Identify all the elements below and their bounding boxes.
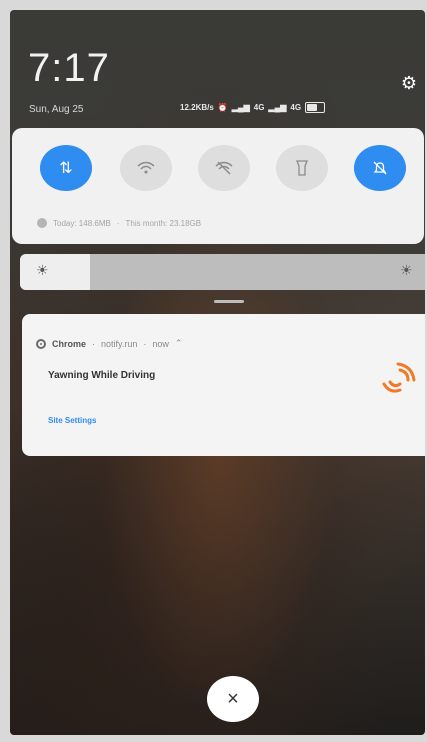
notification-time: now bbox=[152, 338, 169, 349]
date-label: Sun, Aug 25 bbox=[29, 104, 84, 115]
site-settings-link[interactable]: Site Settings bbox=[48, 416, 96, 425]
data-usage-row[interactable]: Today: 148.6MB · This month: 23.18GB bbox=[37, 218, 201, 228]
clock-time: 7:17 bbox=[28, 46, 110, 90]
hotspot-icon bbox=[215, 161, 233, 175]
chrome-notification[interactable]: Chrome · notify.run · now ⌃ Yawning Whil… bbox=[22, 314, 425, 456]
data-usage-month: This month: 23.18GB bbox=[125, 218, 202, 228]
network-speed: 12.2KB/s bbox=[180, 103, 214, 112]
quick-settings-panel: ⇅ Today: 148.6MB · This month: 23.18GB bbox=[12, 128, 424, 244]
gear-icon[interactable]: ⚙ bbox=[400, 74, 418, 92]
status-bar: 12.2KB/s ⏰ ▂▄▆ 4G ▂▄▆ 4G bbox=[180, 102, 326, 113]
close-icon: × bbox=[227, 687, 239, 710]
header-dot-2: · bbox=[143, 338, 147, 349]
notification-source: notify.run bbox=[101, 338, 138, 349]
wifi-icon bbox=[137, 161, 155, 174]
data-usage-icon bbox=[37, 218, 47, 228]
flashlight-icon bbox=[296, 160, 308, 176]
mobile-data-toggle[interactable]: ⇅ bbox=[40, 145, 92, 191]
signal-icon-2: ▂▄▆ bbox=[268, 103, 287, 112]
notification-header: Chrome · notify.run · now ⌃ bbox=[36, 338, 182, 349]
brightness-high-icon: ☀ bbox=[400, 262, 413, 278]
header-dot: · bbox=[92, 338, 96, 349]
chrome-icon bbox=[36, 338, 46, 349]
data-usage-today: Today: 148.6MB bbox=[53, 218, 111, 228]
phone-screen: 7:17 Sun, Aug 25 ⚙ 12.2KB/s ⏰ ▂▄▆ 4G ▂▄▆… bbox=[10, 10, 425, 735]
brightness-low-icon: ☀ bbox=[36, 262, 49, 278]
network-type-2: 4G bbox=[290, 103, 302, 112]
panel-drag-handle[interactable] bbox=[214, 300, 244, 303]
clear-notifications-button[interactable]: × bbox=[207, 676, 259, 722]
flashlight-toggle[interactable] bbox=[276, 145, 328, 191]
brightness-fill bbox=[20, 254, 91, 290]
mobile-data-icon: ⇅ bbox=[59, 160, 73, 177]
notification-title: Yawning While Driving bbox=[48, 370, 156, 381]
signal-icon: ▂▄▆ bbox=[231, 103, 250, 112]
separator: · bbox=[116, 218, 120, 228]
network-type-1: 4G bbox=[253, 103, 265, 112]
hotspot-toggle[interactable] bbox=[198, 145, 250, 191]
alarm-icon: ⏰ bbox=[217, 103, 228, 112]
vibration-alert-icon bbox=[382, 362, 416, 393]
battery-icon bbox=[305, 102, 326, 113]
brightness-slider[interactable]: ☀ ☀ bbox=[20, 254, 425, 290]
bell-off-icon bbox=[373, 161, 387, 175]
wifi-toggle[interactable] bbox=[120, 145, 172, 191]
do-not-disturb-toggle[interactable] bbox=[354, 145, 406, 191]
chevron-up-icon[interactable]: ⌃ bbox=[175, 338, 183, 349]
app-name: Chrome bbox=[52, 338, 87, 349]
